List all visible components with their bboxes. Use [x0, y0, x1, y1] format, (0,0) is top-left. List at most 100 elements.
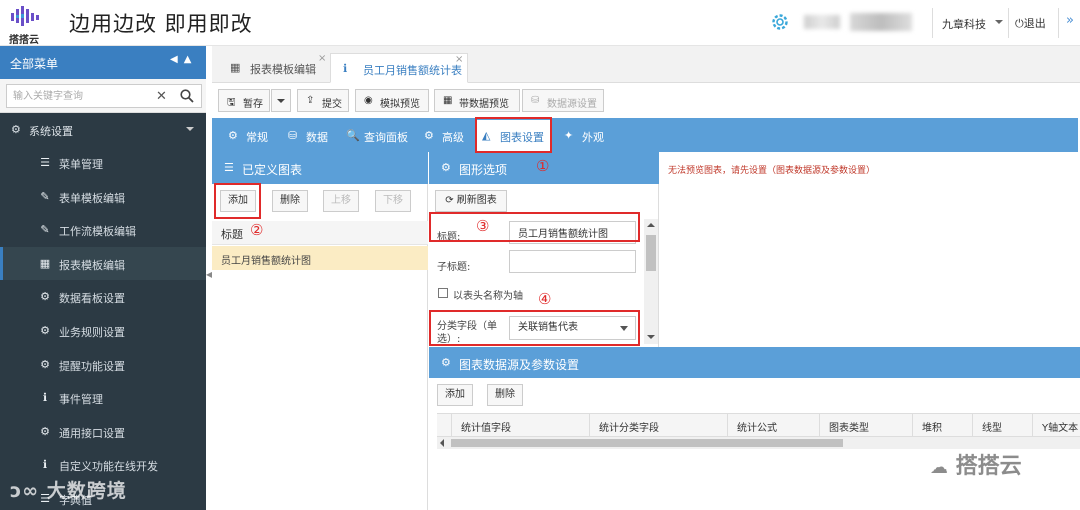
sidebar-item-dashboard-settings[interactable]: ⚙ 数据看板设置 — [0, 280, 206, 314]
annotation-number-3: ③ — [476, 217, 490, 235]
datasource-grid-header: 统计值字段 统计分类字段 统计公式 图表类型 堆积 线型 Y轴文本 — [437, 413, 1080, 437]
subtitle-field-row: 子标题: — [429, 248, 643, 278]
tab-query-panel[interactable]: 🔍 查询面板 — [340, 118, 418, 152]
annotation-number-4: ④ — [538, 290, 552, 308]
close-icon[interactable]: × — [318, 53, 326, 64]
tab-label: 员工月销售额统计表 — [363, 64, 462, 77]
sidebar-item-label: 工作流模板编辑 — [59, 225, 136, 239]
search-icon[interactable] — [180, 89, 194, 103]
column-header[interactable]: 图表类型 — [819, 414, 912, 436]
app-logo[interactable]: 搭搭云 — [4, 4, 44, 46]
watermark-right-text: 搭搭云 — [955, 454, 1022, 479]
sidebar-item-form-template[interactable]: ✎ 表单模板编辑 — [0, 180, 206, 214]
refresh-chart-button[interactable]: ⟳ 刷新图表 — [435, 190, 507, 212]
search-icon: 🔍 — [346, 129, 360, 142]
column-header-label: Y轴文本 — [1042, 423, 1079, 434]
sidebar-collapse-arrows-icon[interactable]: ◀▲ — [170, 54, 197, 65]
watermark-left-text: 大数跨境 — [46, 480, 127, 502]
menu-search-input[interactable] — [6, 84, 202, 108]
category-selected-value: 关联销售代表 — [518, 322, 578, 333]
tab-report-template[interactable]: ▦ 报表模板编辑 × — [218, 53, 326, 83]
sidebar-item-workflow-template[interactable]: ✎ 工作流模板编辑 — [0, 213, 206, 247]
annotation-number-2: ② — [250, 221, 264, 239]
chevron-down-icon — [186, 127, 194, 131]
info-icon: ℹ — [42, 391, 48, 405]
tab-general[interactable]: ⚙ 常规 — [222, 118, 274, 152]
column-header[interactable]: 统计公式 — [727, 414, 819, 436]
database-icon: ⛁ — [288, 129, 298, 142]
upload-icon: ⇪ — [306, 95, 315, 106]
save-draft-button[interactable]: 🖫 暂存 — [218, 89, 270, 112]
tab-chart-settings[interactable]: ◭ 图表设置 — [476, 120, 552, 152]
delete-datasource-button[interactable]: 删除 — [487, 384, 523, 406]
category-field-row: 分类字段（单选）: 关联销售代表 — [429, 312, 643, 348]
datasource-settings-button[interactable]: ⛁ 数据源设置 — [522, 89, 604, 112]
sidebar: 全部菜单 ◀▲ ✕ ⚙ 系统设置 ☰ 菜单管理 ✎ 表单模板编辑 ✎ 工作流模板… — [0, 46, 206, 510]
menu-list: ⚙ 系统设置 ☰ 菜单管理 ✎ 表单模板编辑 ✎ 工作流模板编辑 ▦ 报表模板编… — [0, 113, 206, 510]
info-icon: ℹ — [42, 458, 48, 472]
logout-button[interactable]: ⏻退出 — [1015, 15, 1046, 31]
sidebar-item-label: 数据看板设置 — [59, 292, 125, 306]
tab-employee-sales[interactable]: ℹ 员工月销售额统计表 × — [330, 53, 468, 83]
tab-label: 报表模板编辑 — [250, 63, 316, 76]
delete-chart-button[interactable]: 删除 — [272, 190, 308, 212]
settings-gear-icon[interactable] — [770, 12, 790, 32]
column-header[interactable]: 堆积 — [912, 414, 972, 436]
submit-button[interactable]: ⇪ 提交 — [297, 89, 349, 112]
column-header[interactable]: 统计值字段 — [451, 414, 589, 436]
watermark-logo-icon: ↄ∞ — [10, 480, 40, 502]
expand-double-chevron-icon[interactable]: » — [1066, 13, 1080, 31]
move-up-button[interactable]: 上移 — [323, 190, 359, 212]
category-select[interactable]: 关联销售代表 — [509, 316, 636, 340]
chart-subtitle-input[interactable] — [509, 250, 636, 273]
column-header[interactable]: 统计分类字段 — [589, 414, 727, 436]
clear-icon[interactable]: ✕ — [156, 89, 167, 104]
gears-icon: ⚙ — [424, 129, 434, 142]
company-name[interactable]: 九章科技 — [942, 16, 986, 32]
gear-icon: ⚙ — [40, 290, 50, 304]
sidebar-item-event-management[interactable]: ℹ 事件管理 — [0, 381, 206, 415]
header-as-axis-checkbox[interactable] — [438, 288, 448, 298]
simulate-preview-button[interactable]: ◉ 模拟预览 — [355, 89, 429, 112]
scroll-thumb[interactable] — [451, 439, 843, 447]
blurred-user-info — [804, 15, 840, 29]
column-header-label: 统计值字段 — [461, 423, 511, 434]
sidebar-item-business-rules[interactable]: ⚙ 业务规则设置 — [0, 314, 206, 348]
move-down-button[interactable]: 下移 — [375, 190, 411, 212]
sidebar-item-label: 通用接口设置 — [59, 426, 125, 440]
chart-title-input[interactable] — [509, 221, 636, 244]
tab-advanced[interactable]: ⚙ 高级 — [418, 118, 472, 152]
database-icon: ⛁ — [531, 95, 540, 106]
panel-title: 图表数据源及参数设置 — [459, 358, 580, 372]
close-icon[interactable]: × — [455, 54, 463, 65]
options-scrollbar[interactable] — [644, 219, 658, 344]
company-chevron-down-icon[interactable] — [995, 20, 1003, 24]
save-dropdown-button[interactable] — [271, 89, 291, 112]
scroll-thumb[interactable] — [646, 235, 656, 271]
info-icon: ℹ — [343, 62, 348, 75]
data-preview-button[interactable]: ▦ 带数据预览 — [434, 89, 520, 112]
menu-group-system-settings[interactable]: ⚙ 系统设置 — [0, 113, 206, 146]
datasource-panel: ⚙ 图表数据源及参数设置 添加 删除 统计值字段 统计分类字段 统计公式 图表类… — [429, 347, 1080, 510]
add-datasource-button[interactable]: 添加 — [437, 384, 473, 406]
column-header[interactable]: 线型 — [972, 414, 1032, 436]
tab-appearance[interactable]: ✦ 外观 — [558, 118, 610, 152]
datasource-header: ⚙ 图表数据源及参数设置 — [429, 347, 1080, 378]
panel-title: 已定义图表 — [242, 163, 303, 177]
column-header-label: 堆积 — [922, 423, 942, 434]
area-chart-icon: ◭ — [482, 129, 491, 142]
table-row[interactable]: 员工月销售额统计图 — [212, 246, 428, 270]
scroll-up-icon[interactable] — [647, 223, 655, 227]
gear-icon: ⚙ — [441, 161, 451, 174]
tab-data[interactable]: ⛁ 数据 — [282, 118, 334, 152]
scroll-left-icon[interactable] — [440, 439, 444, 447]
sidebar-item-api-settings[interactable]: ⚙ 通用接口设置 — [0, 415, 206, 449]
column-header[interactable]: Y轴文本 — [1032, 414, 1080, 436]
sidebar-item-reminder-settings[interactable]: ⚙ 提醒功能设置 — [0, 348, 206, 382]
sidebar-item-report-template[interactable]: ▦ 报表模板编辑 — [0, 246, 206, 281]
header-axis-row: 以表头名称为轴 — [429, 282, 643, 306]
scroll-down-icon[interactable] — [647, 335, 655, 339]
chart-preview-message: 无法预览图表，请先设置（图表数据源及参数设置） — [668, 166, 876, 176]
sidebar-item-menu-management[interactable]: ☰ 菜单管理 — [0, 146, 206, 180]
add-chart-button[interactable]: 添加 — [220, 190, 256, 212]
